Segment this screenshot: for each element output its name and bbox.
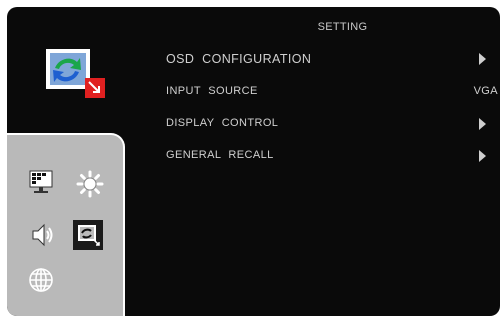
setting-category-icon: [45, 48, 105, 98]
list-item-input-source[interactable]: INPUT SOURCE VGA: [166, 85, 498, 103]
list-item-general-recall[interactable]: GENERAL RECALL: [166, 149, 498, 167]
item-value: VGA: [473, 85, 498, 97]
item-label: OSD CONFIGURATION: [166, 52, 312, 66]
brightness-icon[interactable]: [76, 170, 104, 198]
picture-icon[interactable]: [27, 168, 55, 196]
osd-window: SETTING OSD CONFIGURATION INPUT SOURCE V…: [7, 7, 500, 316]
audio-icon[interactable]: [27, 221, 55, 249]
arrow-right-icon: [479, 150, 486, 162]
setting-icon[interactable]: [73, 220, 103, 250]
list-item-osd-configuration[interactable]: OSD CONFIGURATION: [166, 52, 498, 70]
arrow-right-icon: [479, 118, 486, 130]
page-title: SETTING: [317, 21, 368, 33]
item-label: GENERAL RECALL: [166, 149, 274, 161]
item-label: DISPLAY CONTROL: [166, 117, 279, 129]
arrow-right-icon: [479, 53, 486, 65]
category-menu: [7, 133, 125, 316]
list-item-display-control[interactable]: DISPLAY CONTROL: [166, 117, 498, 135]
language-icon[interactable]: [27, 266, 55, 294]
item-label: INPUT SOURCE: [166, 85, 258, 97]
